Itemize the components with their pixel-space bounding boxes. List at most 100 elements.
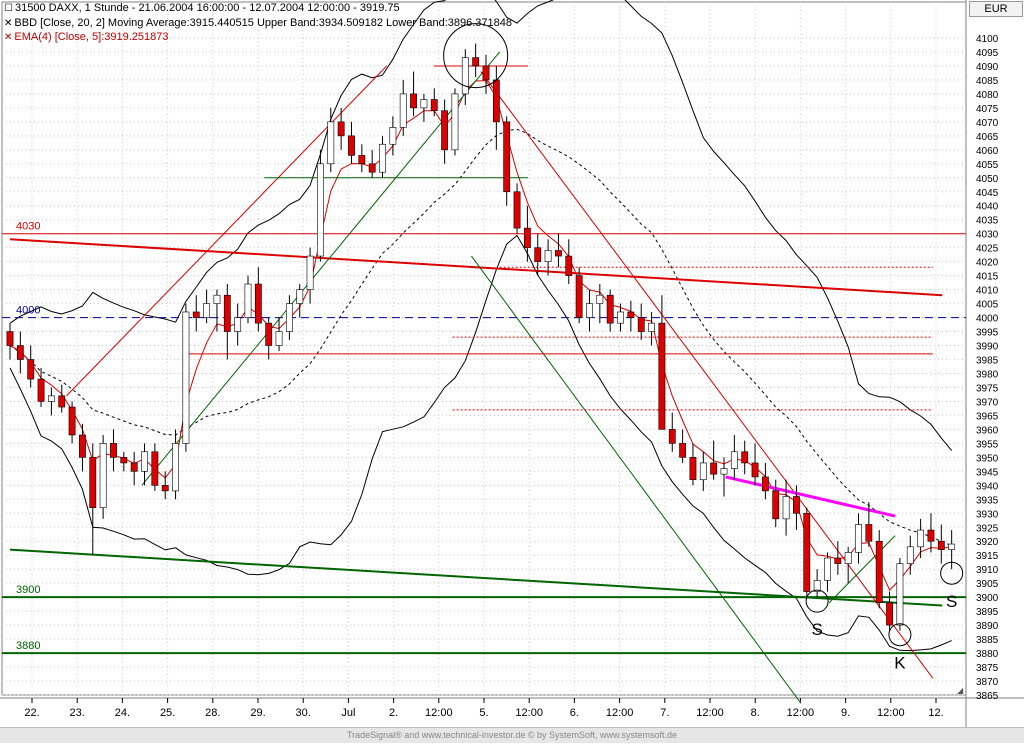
candle-body [844,552,852,564]
y-tick-label: 4080 [976,90,999,101]
candle-body [761,476,769,492]
candle-body [606,294,614,324]
candle-body [668,429,676,444]
candle-body [637,317,645,332]
currency-box[interactable]: EUR [969,1,1023,17]
candle-body [379,143,386,173]
y-tick-label: 3945 [976,467,999,478]
candle-body [68,406,76,436]
candle-body [265,322,273,346]
candle-body [420,99,428,109]
y-tick-label: 4050 [976,174,999,185]
candle-body [534,247,542,262]
y-tick-label: 3960 [976,425,999,436]
y-tick-label: 3935 [976,495,999,506]
candle-body [130,462,138,472]
candle-body [658,322,666,430]
candle-body [544,250,552,262]
x-tick-label: 12:00 [787,707,815,719]
x-tick-label: 5. [479,707,488,719]
candle-body [306,255,314,290]
x-tick-label: 9. [841,707,850,719]
candle-body [441,110,449,151]
chart-title-text: 31500 DAXX, 1 Stunde - 21.06.2004 16:00:… [14,2,400,14]
candle-body [772,490,780,520]
y-tick-label: 3905 [976,579,999,590]
x-tick-label: 29. [250,707,265,719]
y-tick-label: 4030 [976,230,999,241]
y-tick-label: 4060 [976,146,999,157]
indicator-x-icon[interactable]: ✕ [4,18,12,29]
y-tick-label: 3930 [976,509,999,520]
candle-body [244,283,252,318]
y-tick-label: 3975 [976,383,999,394]
y-tick-label: 4095 [976,48,999,59]
candle-body [348,135,355,156]
candle-body [803,512,811,592]
candle-body [689,457,697,481]
ema-legend[interactable]: ✕ EMA(4) [Close, 5]:3919.251873 [4,31,168,43]
candle-body [6,331,14,346]
x-tick-label: 8. [751,707,760,719]
candle-body [461,57,469,95]
x-tick-label: 12:00 [606,707,634,719]
candle-body [834,557,842,564]
candle-body [192,311,200,318]
candle-body [824,557,831,581]
ema-legend-text: EMA(4) [Close, 5]:3919.251873 [14,31,169,43]
y-tick-label: 3900 [976,593,999,604]
candle-body [358,155,366,165]
candle-body [327,121,335,165]
candle-body [575,275,583,318]
candle-body [172,443,179,492]
y-tick-label: 3990 [976,342,999,353]
y-tick-label: 3875 [976,663,999,674]
candle-body [720,468,728,475]
y-tick-label: 3955 [976,439,999,450]
candle-body [161,485,169,492]
candle-body [16,345,24,360]
candle-body [410,93,417,109]
x-tick-label: 6. [570,707,579,719]
candle-body [906,546,914,564]
candle-body [317,163,324,257]
candle-body [203,303,211,318]
candle-body [47,395,55,402]
x-tick-label: 28. [205,707,220,719]
indicator-x-icon[interactable]: ✕ [4,32,12,43]
candle-body [679,443,687,458]
candle-body [89,457,97,508]
y-tick-label: 3920 [976,537,999,548]
candle-body [99,443,107,508]
x-tick-label: 25. [160,707,175,719]
candle-body [730,451,738,469]
y-tick-label: 3895 [976,607,999,618]
candle-body [492,79,500,123]
candle-body [886,602,893,626]
candle-body [710,462,718,475]
x-tick-label: 22. [24,707,39,719]
y-tick-label: 4075 [976,104,999,115]
bollinger-legend[interactable]: ✕ BBD [Close, 20, 2] Moving Average:3915.… [4,17,512,29]
x-tick-label: 12:00 [515,707,543,719]
candle-body [523,227,531,248]
y-tick-label: 4100 [976,34,999,45]
y-tick-label: 4025 [976,244,999,255]
candle-body [430,99,438,111]
y-tick-label: 3980 [976,369,999,380]
candle-body [399,93,407,128]
x-tick-label: 2. [389,707,398,719]
y-tick-label: 3870 [976,677,999,688]
y-tick-label: 4010 [976,286,999,297]
resize-grip-icon[interactable]: ◢ [957,686,965,695]
candle-body [513,191,521,229]
candle-body [896,563,904,626]
candle-body [782,496,790,520]
x-tick-label: 12:00 [425,707,453,719]
level-label: 4000 [16,305,40,317]
candle-body [482,65,490,81]
chart-menu-icon[interactable]: ☐ [4,3,13,14]
trend-line [471,255,802,704]
level-label: 3880 [16,640,40,652]
candle-body [223,294,231,332]
